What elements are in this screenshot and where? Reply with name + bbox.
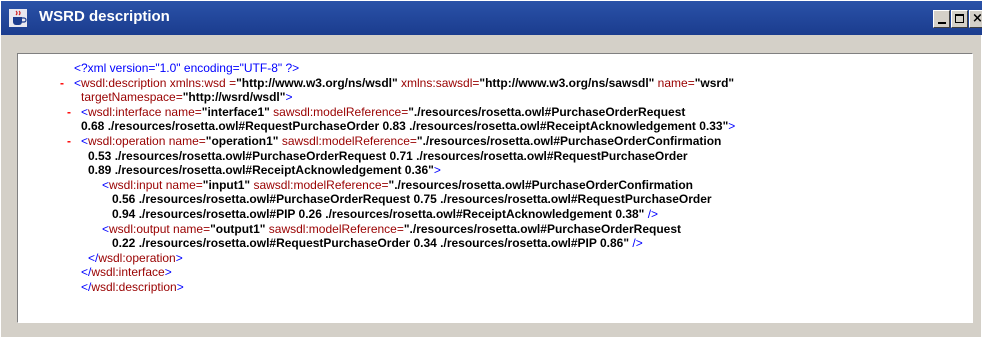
xml-token-val: 0.53 ./resources/rosetta.owl#PurchaseOrd… <box>88 148 688 163</box>
xml-token-brack: > <box>285 90 293 105</box>
xml-line: 0.53 ./resources/rosetta.owl#PurchaseOrd… <box>18 149 968 164</box>
close-button[interactable]: × <box>969 10 982 28</box>
xml-token-attr: name= <box>165 133 206 148</box>
xml-token-val: "output1" <box>210 221 266 236</box>
xml-viewer-panel[interactable]: <?xml version="1.0" encoding="UTF-8" ?> -… <box>17 53 973 323</box>
xml-token-val: "./resources/rosetta.owl#PurchaseOrderCo… <box>416 133 722 148</box>
xml-document: <?xml version="1.0" encoding="UTF-8" ?> -… <box>18 61 968 295</box>
xml-token-attr: xmlns:sawsdl= <box>397 75 480 90</box>
minimize-button[interactable] <box>933 10 950 28</box>
xml-token-val: "http://www.w3.org/ns/wsdl" <box>236 75 398 90</box>
xml-line: 0.94 ./resources/rosetta.owl#PIP 0.26 ./… <box>18 207 968 222</box>
xml-token-val: 0.56 ./resources/rosetta.owl#PurchaseOrd… <box>112 192 712 207</box>
xml-token-attr: sawsdl:modelReference= <box>278 133 417 148</box>
xml-token-tag: wsdl:operation <box>98 250 176 265</box>
xml-token-brack: < <box>81 104 89 119</box>
xml-token-val: "wsrd" <box>694 75 735 90</box>
xml-token-val: "operation1" <box>205 133 279 148</box>
xml-token-attr: sawsdl:modelReference= <box>250 177 389 192</box>
xml-line: <wsdl:input name="input1" sawsdl:modelRe… <box>18 178 968 193</box>
xml-line: </wsdl:interface> <box>18 265 968 280</box>
xml-token-brack: /> <box>629 236 643 251</box>
xml-token-attr: name= <box>654 75 695 90</box>
xml-token-tag: wsdl:input <box>109 177 163 192</box>
xml-line: 0.89 ./resources/rosetta.owl#ReceiptAckn… <box>18 163 968 178</box>
xml-token-tag: wsdl:output <box>109 221 170 236</box>
xml-line: <wsdl:output name="output1" sawsdl:model… <box>18 222 968 237</box>
collapse-toggle-icon[interactable]: - <box>60 76 64 91</box>
xml-token-brack: > <box>728 119 736 134</box>
xml-line: 0.56 ./resources/rosetta.owl#PurchaseOrd… <box>18 192 968 207</box>
xml-token-attr: targetNamespace= <box>81 90 183 105</box>
xml-line: 0.22 ./resources/rosetta.owl#RequestPurc… <box>18 236 968 251</box>
xml-token-brack: < <box>102 177 110 192</box>
xml-token-brack: < <box>102 221 110 236</box>
xml-token-attr: name= <box>161 104 202 119</box>
xml-token-brack: > <box>433 163 441 178</box>
xml-token-brack: > <box>175 250 183 265</box>
xml-token-attr: xmlns:wsd = <box>166 75 237 90</box>
xml-line: </wsdl:operation> <box>18 251 968 266</box>
xml-token-attr: name= <box>169 221 211 236</box>
xml-token-val: "interface1" <box>201 104 270 119</box>
xml-token-val: "http://www.w3.org/ns/sawsdl" <box>479 75 655 90</box>
xml-line: <?xml version="1.0" encoding="UTF-8" ?> <box>18 61 968 76</box>
xml-token-brack: </ <box>88 250 99 265</box>
xml-token-val: "./resources/rosetta.owl#PurchaseOrderRe… <box>403 221 681 236</box>
wsrd-description-window: WSRD description × <?xml version="1.0" e… <box>0 0 982 338</box>
xml-token-brack: </ <box>81 265 92 280</box>
maximize-button[interactable] <box>951 10 968 28</box>
xml-token-brack: </ <box>81 279 92 294</box>
xml-token-brack: < <box>74 75 82 90</box>
window-title: WSRD description <box>39 8 170 25</box>
xml-token-val: "http://wsrd/wsdl" <box>182 90 286 105</box>
xml-token-brack: /> <box>644 206 659 221</box>
xml-token-val: 0.68 ./resources/rosetta.owl#RequestPurc… <box>81 119 729 134</box>
title-bar[interactable]: WSRD description × <box>1 1 982 35</box>
xml-token-tag: wsdl:description <box>81 75 167 90</box>
xml-line: 0.68 ./resources/rosetta.owl#RequestPurc… <box>18 119 968 134</box>
xml-token-val: "./resources/rosetta.owl#PurchaseOrderRe… <box>408 104 686 119</box>
xml-token-brack: > <box>164 265 172 280</box>
java-coffee-cup-icon <box>9 9 27 27</box>
xml-token-tag: wsdl:operation <box>88 133 166 148</box>
collapse-toggle-icon[interactable]: - <box>67 134 71 149</box>
xml-token-val: 0.22 ./resources/rosetta.owl#RequestPurc… <box>112 236 630 251</box>
xml-token-brack: < <box>81 133 89 148</box>
xml-token-tag: wsdl:interface <box>88 104 162 119</box>
xml-line[interactable]: - <wsdl:description xmlns:wsd ="http://ww… <box>18 76 968 91</box>
xml-line[interactable]: - <wsdl:interface name="interface1" sawsd… <box>18 105 968 120</box>
xml-token-attr: sawsdl:modelReference= <box>269 104 409 119</box>
xml-token-tag: wsdl:interface <box>91 265 165 280</box>
xml-line: </wsdl:description> <box>18 280 968 295</box>
maximize-icon <box>955 14 964 23</box>
xml-token-attr: sawsdl:modelReference= <box>265 221 404 236</box>
xml-line[interactable]: - <wsdl:operation name="operation1" sawsd… <box>18 134 968 149</box>
close-icon: × <box>972 11 982 26</box>
minimize-icon <box>938 22 946 24</box>
xml-token-attr: name= <box>162 177 203 192</box>
xml-token-val: 0.89 ./resources/rosetta.owl#ReceiptAckn… <box>88 163 434 178</box>
xml-token-tag: wsdl:description <box>91 279 177 294</box>
xml-token-brack: > <box>176 279 184 294</box>
xml-token-val: "input1" <box>202 177 251 192</box>
xml-token-pi: <?xml version="1.0" encoding="UTF-8" ?> <box>74 61 300 75</box>
xml-token-val: 0.94 ./resources/rosetta.owl#PIP 0.26 ./… <box>112 206 645 221</box>
xml-token-val: "./resources/rosetta.owl#PurchaseOrderCo… <box>388 177 693 192</box>
collapse-toggle-icon[interactable]: - <box>67 105 71 120</box>
xml-line: targetNamespace="http://wsrd/wsdl"> <box>18 90 968 105</box>
